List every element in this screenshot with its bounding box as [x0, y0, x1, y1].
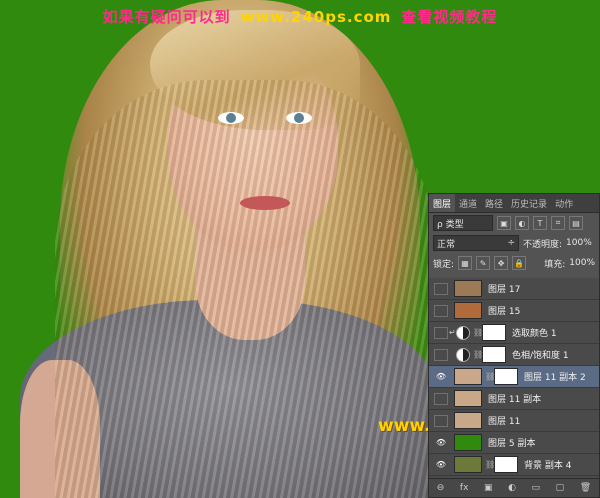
- trash-icon[interactable]: 🗑: [580, 483, 591, 493]
- layer-thumbnail: [454, 434, 482, 451]
- banner-site: www.240ps.com: [240, 8, 392, 26]
- folder-icon[interactable]: ▭: [532, 483, 541, 493]
- layer-list: 图层 17 图层 15 ↵ ⛓ 选取颜色 1 ⛓ 色相/饱和度 1 👁 ⛓ 图层 11 副本 2 图…: [429, 278, 599, 478]
- right-eye: [286, 112, 312, 124]
- layer-row[interactable]: 👁 ⛓ 背景 副本 4: [429, 454, 599, 476]
- layer-row[interactable]: 👁 ⛓ 图层 11 副本 2: [429, 366, 599, 388]
- layer-row[interactable]: ↵ ⛓ 选取颜色 1: [429, 322, 599, 344]
- adjustment-icon[interactable]: ◐: [508, 483, 516, 493]
- layer-thumbnail: [454, 280, 482, 297]
- visibility-toggle[interactable]: [434, 414, 448, 427]
- filter-type-icon[interactable]: T: [533, 216, 547, 230]
- layer-name: 图层 5 副本: [488, 439, 536, 449]
- panel-tabs: 图层 通道 路径 历史记录 动作: [429, 194, 599, 213]
- eye-icon[interactable]: 👁: [434, 437, 448, 449]
- layer-mask-thumbnail[interactable]: [494, 456, 518, 473]
- chain-icon[interactable]: ⛓: [485, 372, 495, 381]
- layer-thumbnail: [454, 302, 482, 319]
- lock-brush-icon[interactable]: ✎: [476, 256, 491, 270]
- chain-icon[interactable]: ⛓: [473, 350, 483, 359]
- layer-row[interactable]: 图层 11: [429, 410, 599, 432]
- opacity-value[interactable]: 100%: [566, 238, 592, 248]
- banner-left-text: 如果有疑问可以到: [102, 8, 231, 26]
- eye-icon[interactable]: 👁: [434, 459, 448, 471]
- lock-move-icon[interactable]: ✥: [494, 256, 509, 270]
- layer-name: 图层 17: [488, 285, 521, 295]
- layer-mask-thumbnail[interactable]: [494, 368, 518, 385]
- lock-label: 锁定:: [433, 259, 455, 270]
- layer-name: 图层 11 副本 2: [524, 373, 586, 383]
- layer-name: 选取颜色 1: [512, 329, 557, 339]
- tab-actions[interactable]: 动作: [551, 194, 577, 212]
- layers-panel: 图层 通道 路径 历史记录 动作 ρ 类型 ▣ ◐ T ⌗ ▤ 正常 ÷ 不透明度…: [428, 193, 600, 498]
- layer-name: 图层 11: [488, 417, 521, 427]
- visibility-toggle[interactable]: [434, 304, 448, 317]
- visibility-toggle[interactable]: [434, 282, 448, 295]
- lips: [240, 196, 290, 210]
- layer-thumbnail: [454, 412, 482, 429]
- chain-icon[interactable]: ⛓: [473, 328, 483, 337]
- lock-row: 锁定: ▦ ✎ ✥ 🔒 填充: 100%: [429, 253, 599, 273]
- layer-name: 图层 15: [488, 307, 521, 317]
- fill-value[interactable]: 100%: [569, 258, 595, 268]
- tab-history[interactable]: 历史记录: [507, 194, 551, 212]
- banner-right-text: 查看视频教程: [401, 8, 498, 26]
- layer-name: 图层 11 副本: [488, 395, 542, 405]
- visibility-toggle[interactable]: [434, 348, 448, 361]
- tab-channels[interactable]: 通道: [455, 194, 481, 212]
- tab-layers[interactable]: 图层: [429, 194, 456, 212]
- filter-pixel-icon[interactable]: ▣: [497, 216, 511, 230]
- left-eye: [218, 112, 244, 124]
- blend-row: 正常 ÷ 不透明度: 100%: [429, 233, 599, 253]
- filter-shape-icon[interactable]: ⌗: [551, 216, 565, 230]
- layer-name: 色相/饱和度 1: [512, 351, 569, 361]
- layer-mask-thumbnail[interactable]: [482, 324, 506, 341]
- visibility-toggle[interactable]: [434, 392, 448, 405]
- mask-icon[interactable]: ▣: [484, 483, 493, 493]
- layer-row[interactable]: ⛓ 色相/饱和度 1: [429, 344, 599, 366]
- photo-canvas: 如果有疑问可以到 www.240ps.com 查看视频教程 www.240ps.co…: [0, 0, 600, 498]
- panel-bottom-bar: ⊖ fx ▣ ◐ ▭ ▢ 🗑: [429, 478, 599, 497]
- chevron-down-icon: ÷: [507, 238, 515, 248]
- layer-row[interactable]: 图层 15: [429, 300, 599, 322]
- layer-thumbnail: [454, 368, 482, 385]
- link-icon[interactable]: ⊖: [437, 483, 445, 493]
- layer-name: 背景 副本 4: [524, 461, 572, 471]
- tab-paths[interactable]: 路径: [481, 194, 507, 212]
- eye-icon[interactable]: 👁: [434, 371, 448, 383]
- opacity-label: 不透明度:: [523, 239, 563, 250]
- layer-row[interactable]: 👁 图层 5 副本: [429, 432, 599, 454]
- clip-arrow-icon: ↵: [449, 328, 456, 337]
- filter-adjust-icon[interactable]: ◐: [515, 216, 529, 230]
- visibility-toggle[interactable]: [434, 326, 448, 339]
- filter-smart-icon[interactable]: ▤: [569, 216, 583, 230]
- filter-row: ρ 类型 ▣ ◐ T ⌗ ▤: [429, 213, 599, 233]
- fx-icon[interactable]: fx: [460, 483, 469, 493]
- lock-all-icon[interactable]: 🔒: [512, 256, 527, 270]
- layer-row[interactable]: 图层 17: [429, 278, 599, 300]
- chain-icon[interactable]: ⛓: [485, 460, 495, 469]
- new-layer-icon[interactable]: ▢: [556, 483, 565, 493]
- layer-mask-thumbnail[interactable]: [482, 346, 506, 363]
- blend-mode-select[interactable]: 正常 ÷: [433, 235, 519, 251]
- layer-thumbnail: [454, 456, 482, 473]
- fill-label: 填充:: [544, 259, 566, 270]
- filter-select[interactable]: ρ 类型: [433, 215, 493, 231]
- adjustment-layer-icon: [456, 325, 470, 340]
- adjustment-layer-icon: [456, 347, 470, 362]
- banner: 如果有疑问可以到 www.240ps.com 查看视频教程: [0, 6, 600, 27]
- lock-transparent-icon[interactable]: ▦: [458, 256, 473, 270]
- layer-thumbnail: [454, 390, 482, 407]
- layer-row[interactable]: 图层 11 副本: [429, 388, 599, 410]
